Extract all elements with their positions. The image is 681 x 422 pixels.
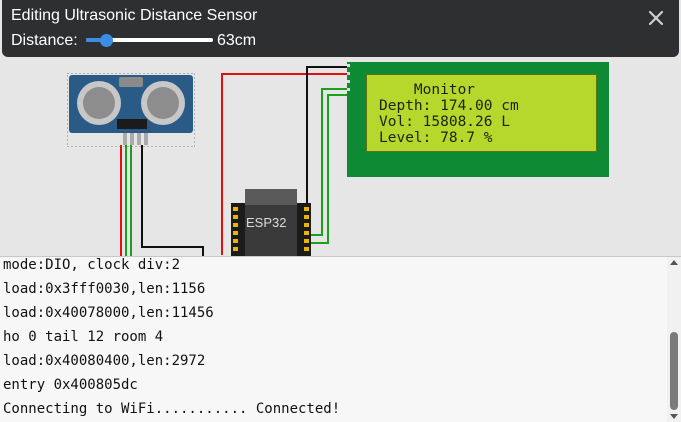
distance-value: 63cm <box>217 32 257 49</box>
console-line: entry 0x400805dc <box>3 377 138 393</box>
scroll-thumb[interactable] <box>670 332 678 410</box>
scroll-down-arrow-icon[interactable] <box>670 414 678 419</box>
lcd-line-3: Vol: 15808.26 L <box>379 114 510 130</box>
lcd-line-1: Monitor <box>379 82 476 98</box>
close-icon[interactable] <box>647 9 665 27</box>
slider-thumb[interactable] <box>100 34 114 47</box>
distance-label: Distance: <box>11 32 78 49</box>
edit-panel: Editing Ultrasonic Distance Sensor Dista… <box>2 0 679 57</box>
console-line: Connecting to WiFi........... Connected! <box>3 401 341 417</box>
esp32-label: ESP32 <box>246 215 287 230</box>
edit-title: Editing Ultrasonic Distance Sensor <box>11 7 258 24</box>
serial-console[interactable]: mode:DIO, clock div:2 load:0x3fff0030,le… <box>0 256 681 422</box>
lcd-text: Monitor Depth: 174.00 cm Vol: 15808.26 L… <box>379 82 519 146</box>
console-line: load:0x40080400,len:2972 <box>3 353 206 369</box>
console-line: mode:DIO, clock div:2 <box>3 257 181 273</box>
lcd-display[interactable]: Monitor Depth: 174.00 cm Vol: 15808.26 L… <box>347 62 609 177</box>
scroll-up-arrow-icon[interactable] <box>670 260 678 265</box>
circuit-canvas[interactable]: Monitor Depth: 174.00 cm Vol: 15808.26 L… <box>0 57 681 256</box>
distance-slider[interactable] <box>86 34 213 47</box>
console-line: ho 0 tail 12 room 4 <box>3 329 164 345</box>
lcd-line-2: Depth: 174.00 cm <box>379 98 519 114</box>
lcd-line-4: Level: 78.7 % <box>379 130 493 146</box>
console-line: load:0x40078000,len:11456 <box>3 305 214 321</box>
console-line: load:0x3fff0030,len:1156 <box>3 281 206 297</box>
lcd-screen: Monitor Depth: 174.00 cm Vol: 15808.26 L… <box>366 74 597 152</box>
console-scrollbar[interactable] <box>667 257 681 422</box>
lcd-pin-header <box>347 64 350 91</box>
ultrasonic-sensor[interactable] <box>67 73 195 147</box>
